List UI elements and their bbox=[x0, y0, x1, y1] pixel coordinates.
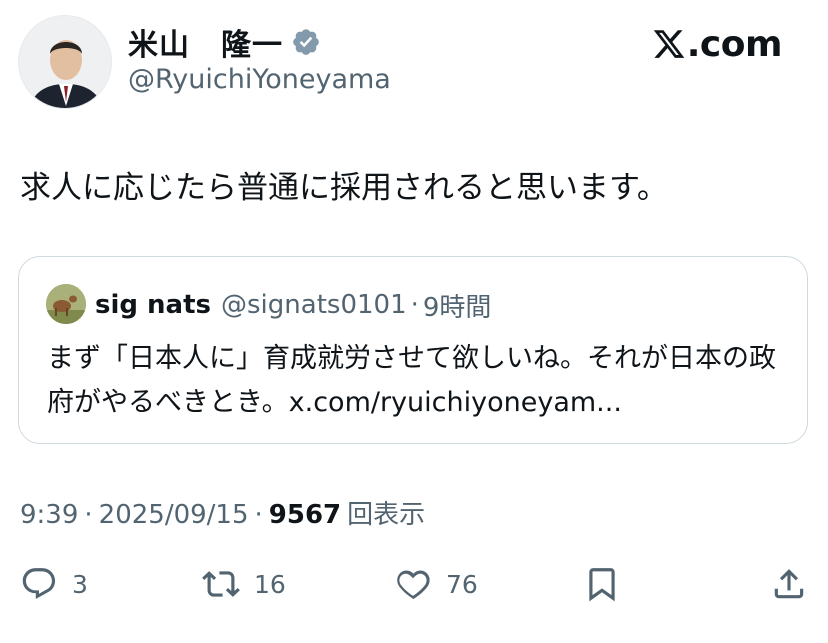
reply-count: 3 bbox=[72, 569, 88, 599]
bookmark-button[interactable] bbox=[583, 560, 621, 608]
tweet-text: 求人に応じたら普通に採用されると思います。 bbox=[20, 170, 668, 206]
profile-photo bbox=[19, 16, 111, 108]
retweet-icon bbox=[202, 571, 240, 597]
x-logo-icon bbox=[653, 30, 685, 58]
share-button[interactable] bbox=[770, 560, 808, 608]
like-count: 76 bbox=[446, 569, 478, 599]
reply-icon bbox=[22, 568, 56, 599]
reply-button[interactable]: 3 bbox=[20, 560, 88, 608]
retweet-count: 16 bbox=[254, 569, 286, 599]
like-button[interactable]: 76 bbox=[394, 560, 478, 608]
view-count-label: 回表示 bbox=[347, 500, 426, 530]
meta-separator: · bbox=[84, 500, 93, 530]
x-domain-suffix: .com bbox=[686, 23, 783, 65]
quote-author-name[interactable]: sig nats bbox=[95, 290, 211, 320]
retweet-button[interactable]: 16 bbox=[202, 560, 286, 608]
meta-separator: · bbox=[254, 500, 263, 530]
quote-text: まず「日本人に」育成就労させて欲しいね。それが日本の政府がやるべきとき。x.co… bbox=[47, 343, 776, 418]
deer-photo-icon bbox=[46, 284, 86, 324]
x-com-brand: .com bbox=[652, 22, 783, 66]
quote-separator: · bbox=[410, 290, 419, 320]
share-icon bbox=[774, 569, 804, 599]
quote-author-avatar[interactable] bbox=[46, 284, 86, 324]
verified-badge-icon bbox=[291, 27, 321, 57]
author-avatar[interactable] bbox=[18, 15, 112, 109]
quote-header: sig nats @signats0101 · 9時間 bbox=[95, 285, 491, 325]
author-handle[interactable]: @RyuichiYoneyama bbox=[128, 64, 391, 95]
view-count: 9567 bbox=[268, 500, 342, 530]
quoted-tweet-card[interactable]: sig nats @signats0101 · 9時間 まず「日本人に」育成就労… bbox=[18, 256, 808, 444]
quote-time[interactable]: 9時間 bbox=[423, 287, 492, 324]
author-name-row: 米山 隆一 bbox=[128, 20, 321, 64]
quote-author-handle[interactable]: @signats0101 bbox=[221, 290, 407, 320]
tweet-meta: 9:39 · 2025/09/15 · 9567 回表示 bbox=[20, 494, 425, 531]
tweet-date[interactable]: 2025/09/15 bbox=[99, 500, 249, 530]
tweet-time[interactable]: 9:39 bbox=[20, 500, 78, 530]
heart-icon bbox=[397, 570, 430, 599]
bookmark-icon bbox=[589, 568, 615, 602]
author-name[interactable]: 米山 隆一 bbox=[128, 20, 283, 64]
